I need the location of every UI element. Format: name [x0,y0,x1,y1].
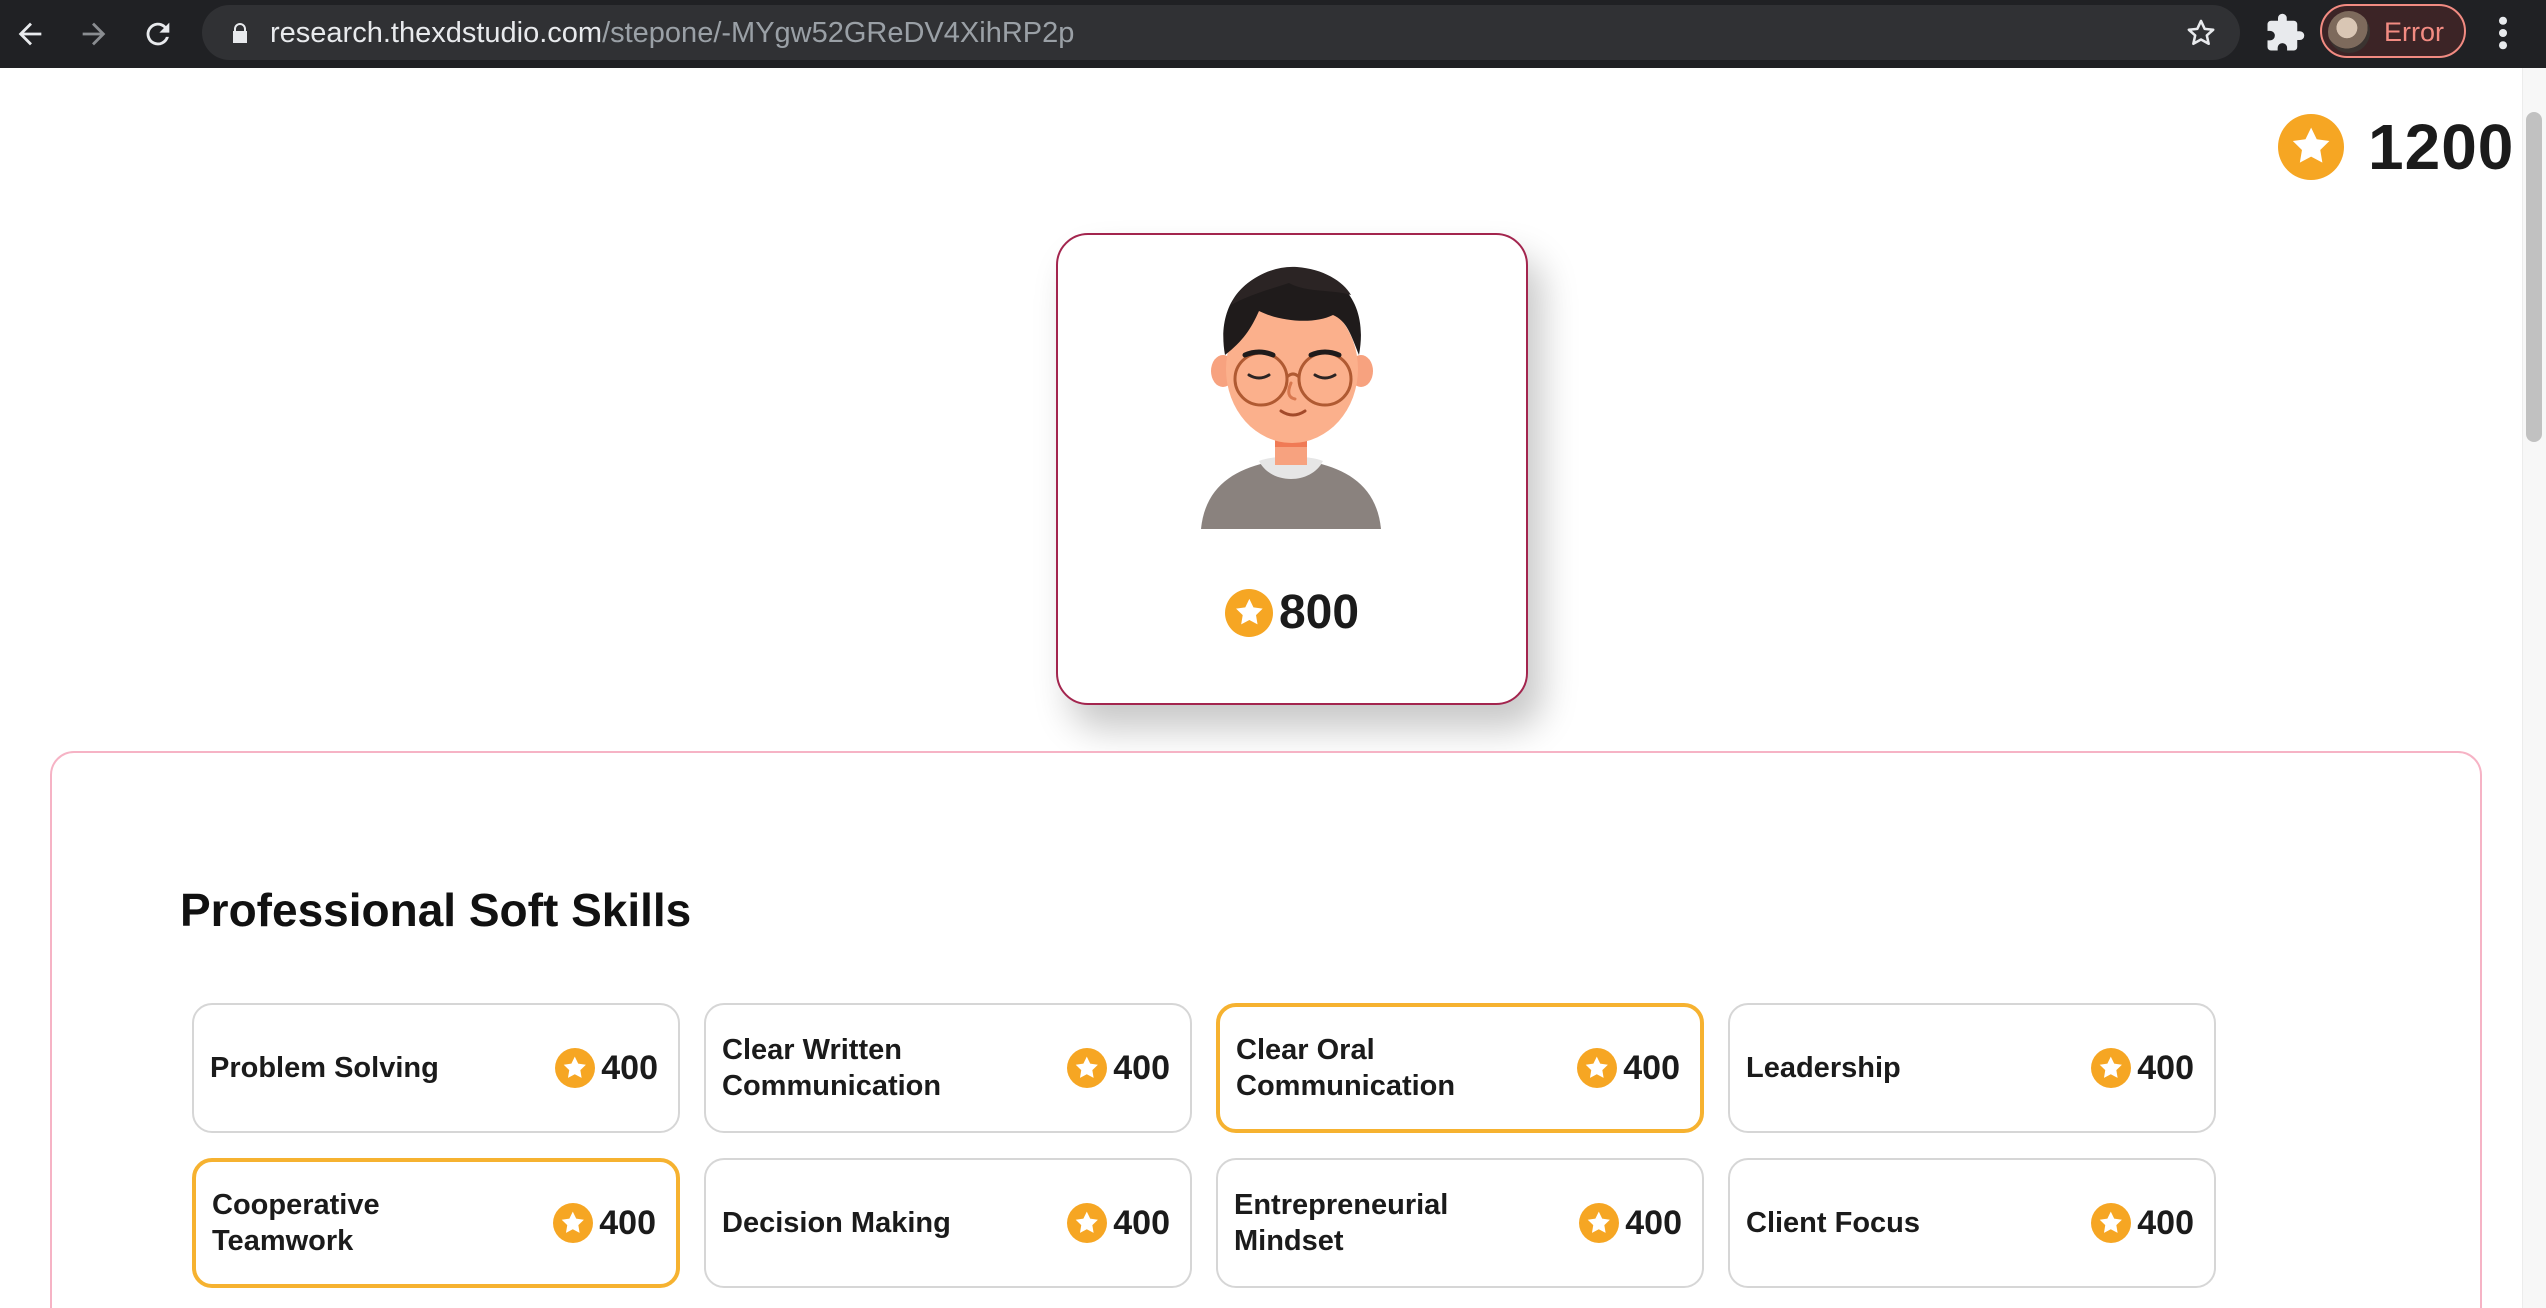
skill-name: Clear Written Communication [722,1034,942,1102]
back-arrow-icon [18,22,42,46]
star-coin-icon [555,1048,596,1088]
total-score-value: 1200 [2368,111,2515,183]
star-coin-icon [1579,1203,1620,1243]
skill-points: 400 [2091,1048,2194,1088]
url-path: /stepone/-MYgw52GReDV4XihRP2p [602,17,1075,49]
skill-card[interactable]: Client Focus 400 [1728,1158,2216,1288]
skill-name: Entrepreneurial Mindset [1234,1189,1449,1257]
skill-points-value: 400 [2137,1048,2194,1087]
section-title: Professional Soft Skills [180,884,692,936]
reload-icon [146,22,170,46]
star-coin-icon [1224,588,1273,637]
star-coin-icon [1577,1048,1618,1088]
skill-points: 400 [1577,1048,1680,1088]
star-coin-icon [2278,114,2344,180]
extensions-puzzle-icon[interactable] [2264,12,2306,54]
profile-status: Error [2384,17,2444,47]
skill-name: Decision Making [722,1207,951,1239]
skill-points: 400 [553,1203,656,1243]
skill-points: 400 [555,1048,658,1088]
skill-card[interactable]: Entrepreneurial Mindset 400 [1216,1158,1704,1288]
browser-toolbar: research.thexdstudio.com/stepone/-MYgw52… [0,0,2546,68]
skill-card[interactable]: Clear Written Communication 400 [704,1003,1192,1133]
skill-points: 400 [1067,1203,1170,1243]
star-coin-icon [2091,1048,2132,1088]
skill-card[interactable]: Cooperative Teamwork 400 [192,1158,680,1288]
kebab-menu-icon[interactable] [2488,12,2518,54]
address-bar[interactable]: research.thexdstudio.com/stepone/-MYgw52… [202,5,2240,60]
skill-points-value: 400 [1113,1048,1170,1087]
url-host: research.thexdstudio.com [270,17,603,49]
forward-arrow-icon [82,22,106,46]
forward-button[interactable] [70,10,118,58]
profile-avatar [2328,11,2370,53]
skill-card[interactable]: Problem Solving 400 [192,1003,680,1133]
skill-points-value: 400 [601,1048,658,1087]
skill-points: 400 [1067,1048,1170,1088]
skill-name: Cooperative Teamwork [212,1189,380,1257]
star-coin-icon [2091,1203,2132,1243]
scrollbar-thumb[interactable] [2526,112,2542,442]
profile-card: 800 [1056,233,1528,705]
url-text: research.thexdstudio.com/stepone/-MYgw52… [270,17,1074,50]
skill-points-value: 400 [599,1203,656,1242]
lock-icon [233,23,247,43]
profile-points-value: 800 [1278,586,1360,639]
skill-points: 400 [2091,1203,2194,1243]
bookmark-star-icon[interactable] [2184,16,2218,50]
skill-points-value: 400 [1623,1048,1680,1087]
skill-points-value: 400 [2137,1203,2194,1242]
star-coin-icon [1067,1203,1108,1243]
reload-button[interactable] [134,10,182,58]
skill-name: Leadership [1746,1052,1901,1084]
skill-points-value: 400 [1113,1203,1170,1242]
skill-points: 400 [1579,1203,1682,1243]
skills-panel: Professional Soft Skills Problem Solving… [50,751,2482,1308]
back-button[interactable] [6,10,54,58]
star-coin-icon [1067,1048,1108,1088]
skill-name: Problem Solving [210,1052,439,1084]
skill-card[interactable]: Clear Oral Communication 400 [1216,1003,1704,1133]
skill-points-value: 400 [1625,1203,1682,1242]
total-score: 1200 [2278,110,2514,184]
skill-card[interactable]: Decision Making 400 [704,1158,1192,1288]
skill-card[interactable]: Leadership 400 [1728,1003,2216,1133]
profile-points: 800 [1058,585,1526,640]
star-coin-icon [553,1203,594,1243]
profile-button[interactable]: Error [2320,4,2466,58]
avatar-character [1201,266,1381,529]
skill-name: Clear Oral Communication [1236,1034,1456,1102]
skill-name: Client Focus [1746,1207,1921,1239]
